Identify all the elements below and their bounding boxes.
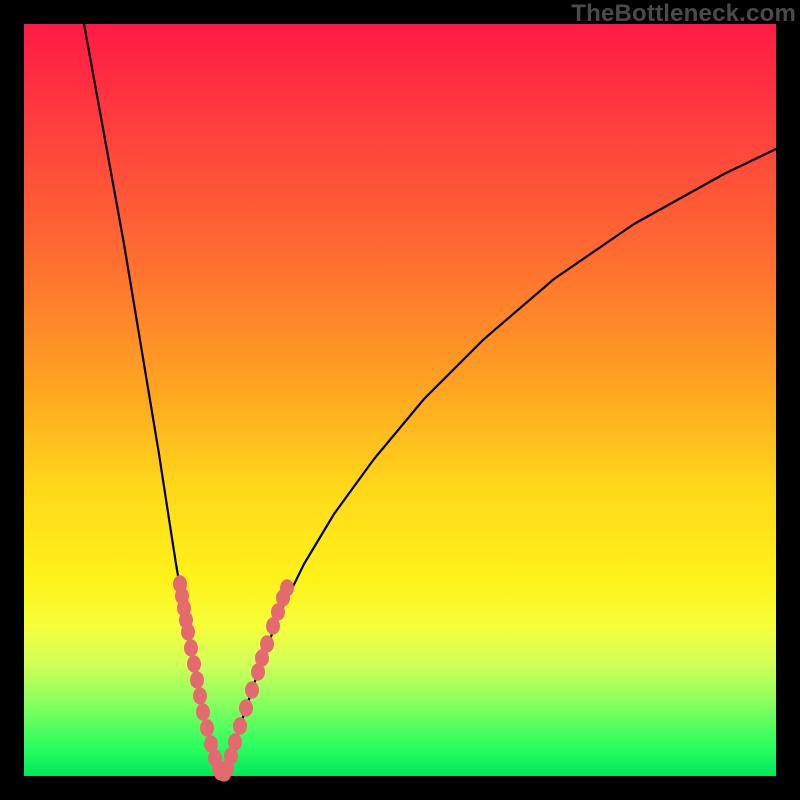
data-marker bbox=[190, 671, 204, 689]
data-marker bbox=[260, 635, 274, 653]
curve-group bbox=[84, 24, 776, 772]
data-marker bbox=[280, 579, 294, 597]
curve-right bbox=[224, 149, 776, 772]
data-marker bbox=[187, 655, 201, 673]
watermark-text: TheBottleneck.com bbox=[571, 0, 796, 28]
data-marker bbox=[239, 699, 253, 717]
data-marker bbox=[184, 639, 198, 657]
data-marker bbox=[219, 767, 231, 782]
data-marker bbox=[245, 681, 259, 699]
data-marker bbox=[181, 623, 195, 641]
data-marker bbox=[196, 703, 210, 721]
chart-frame bbox=[24, 24, 776, 776]
chart-svg bbox=[24, 24, 776, 776]
data-marker bbox=[228, 733, 242, 751]
data-marker bbox=[200, 719, 214, 737]
marker-group bbox=[173, 575, 294, 781]
data-marker bbox=[193, 687, 207, 705]
data-marker bbox=[233, 717, 247, 735]
